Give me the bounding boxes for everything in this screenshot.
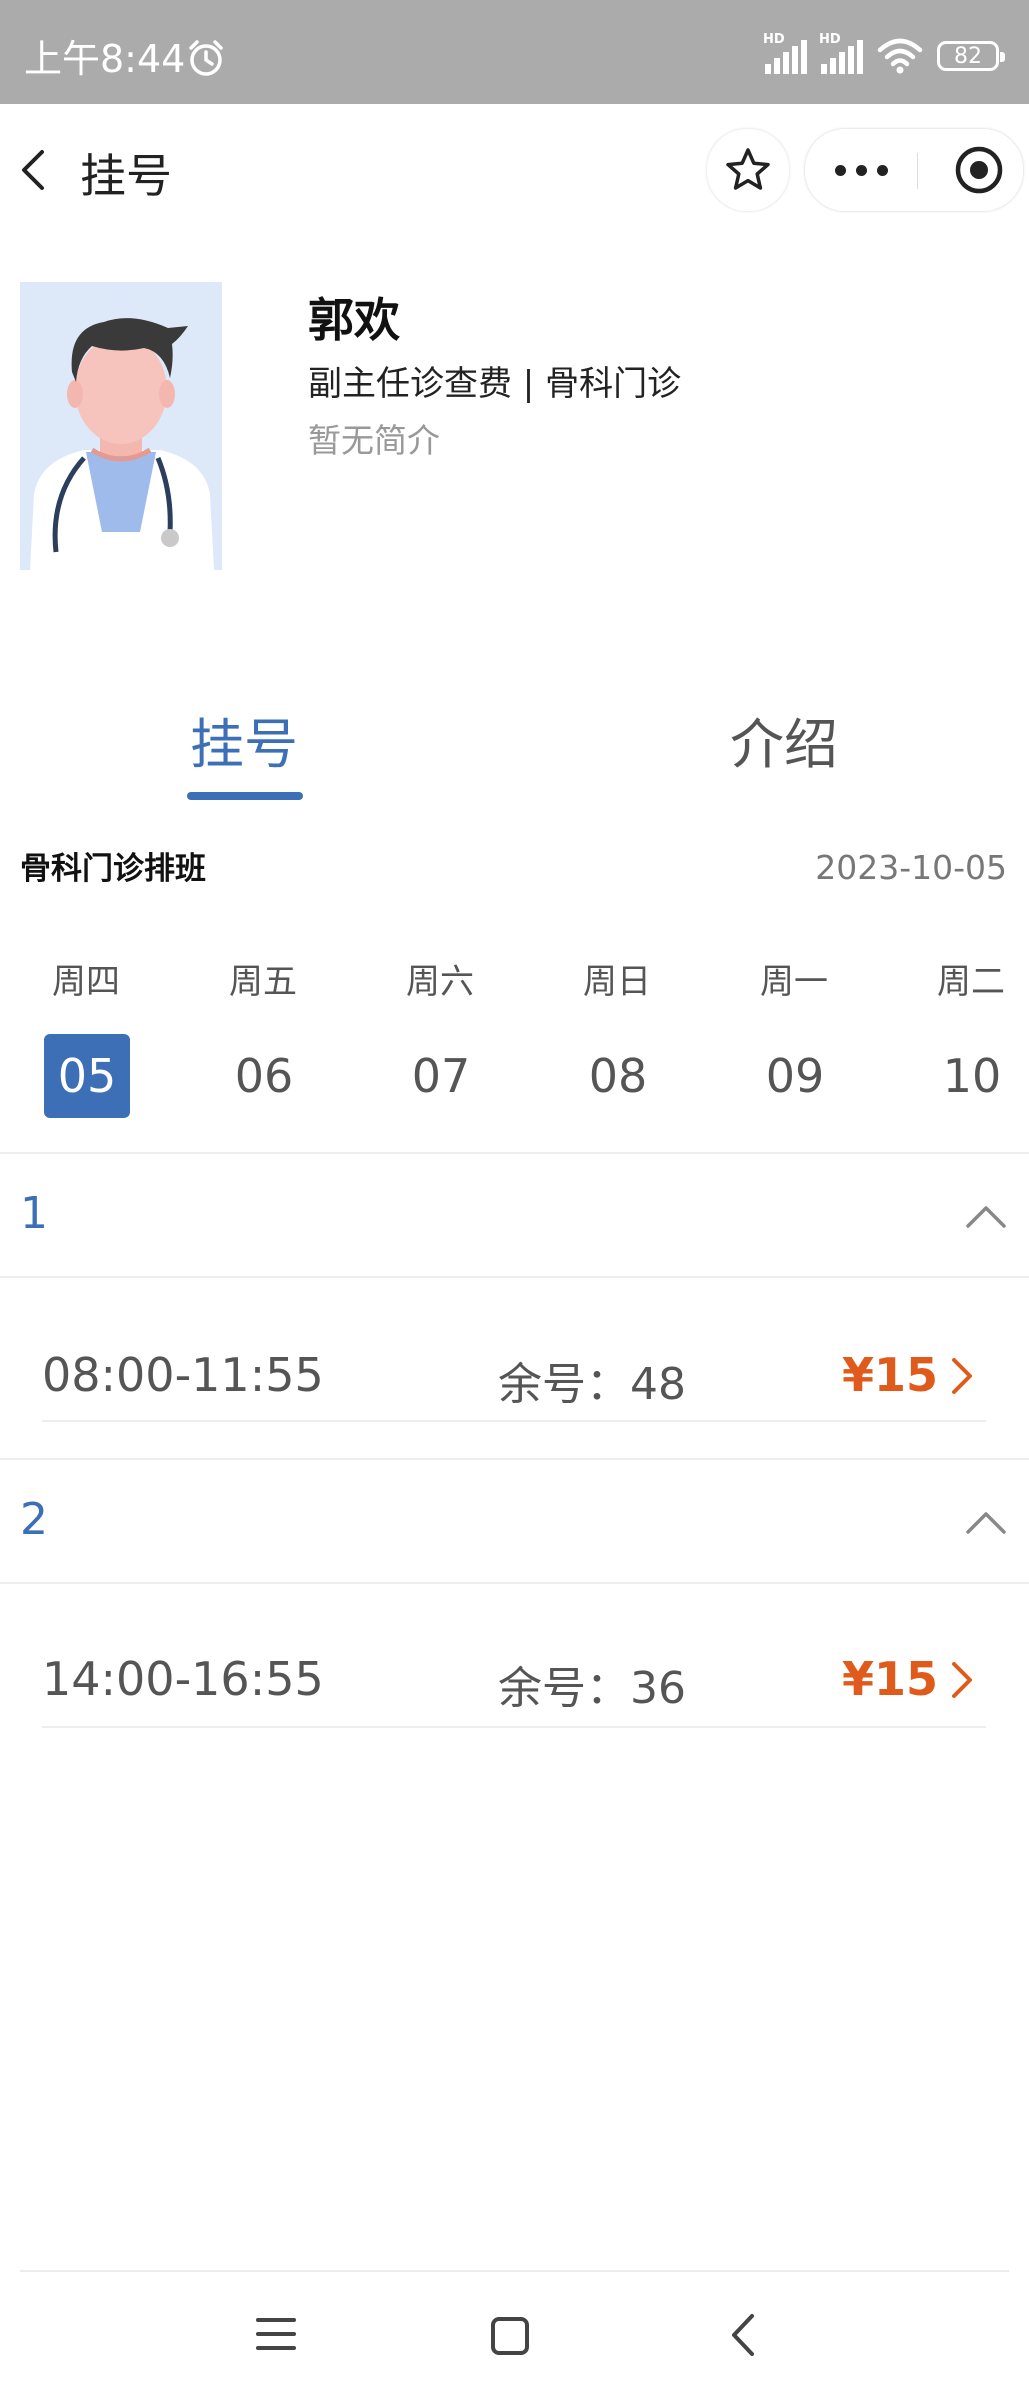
slot-time: 08:00-11:55: [42, 1348, 324, 1402]
divider: [0, 1276, 1029, 1278]
more-button[interactable]: [819, 129, 903, 211]
alarm-icon: [189, 40, 223, 76]
weekday-label: 周六: [406, 962, 474, 1002]
day-item[interactable]: 周日 08: [567, 954, 667, 1124]
favorite-button[interactable]: [706, 128, 790, 212]
divider: [0, 1458, 1029, 1460]
slot-price[interactable]: ¥15: [842, 1348, 938, 1402]
home-square-icon[interactable]: [490, 2316, 530, 2356]
day-item[interactable]: 周四 05: [36, 954, 136, 1124]
day-number: 06: [234, 1049, 294, 1103]
day-item[interactable]: 周五 06: [213, 954, 313, 1124]
session-number: 1: [20, 1188, 48, 1239]
session-number: 2: [20, 1494, 48, 1545]
more-dots-icon: [834, 164, 888, 176]
menu-icon[interactable]: [256, 2314, 296, 2354]
capsule-divider: [917, 153, 918, 189]
system-nav-divider: [20, 2270, 1009, 2272]
miniprogram-capsule: [804, 128, 1024, 212]
weekday-label: 周五: [229, 962, 297, 1002]
back-chevron-icon[interactable]: [728, 2312, 758, 2358]
doctor-name: 郭欢: [308, 293, 400, 347]
status-bar: 上午8:44 HD HD 82: [0, 0, 1029, 104]
tab-register[interactable]: 挂号: [190, 700, 298, 779]
signal-hd-label: HD: [819, 32, 841, 47]
weekday-label: 周二: [937, 962, 1005, 1002]
divider: [42, 1726, 986, 1728]
day-item[interactable]: 周一 09: [744, 954, 844, 1124]
chevron-up-icon[interactable]: [964, 1508, 1008, 1538]
doctor-avatar: [20, 282, 222, 570]
day-item[interactable]: 周六 07: [390, 954, 490, 1124]
chevron-right-icon[interactable]: [948, 1658, 976, 1702]
divider: [42, 1420, 986, 1422]
divider: [0, 1582, 1029, 1584]
chevron-up-icon[interactable]: [964, 1202, 1008, 1232]
tab-introduction[interactable]: 介绍: [730, 700, 838, 779]
slot-time: 14:00-16:55: [42, 1652, 324, 1706]
weekday-label: 周日: [583, 962, 651, 1002]
close-miniprogram-button[interactable]: [947, 129, 1011, 211]
weekday-label: 周四: [52, 962, 120, 1002]
divider: [0, 1152, 1029, 1154]
signal-icon: HD: [819, 32, 863, 74]
day-number: 07: [411, 1049, 471, 1103]
day-item[interactable]: 周二 10: [921, 954, 1021, 1124]
day-number: 10: [942, 1049, 1002, 1103]
battery-icon: 82: [937, 41, 1005, 71]
back-arrow-icon[interactable]: [10, 138, 60, 202]
target-close-icon: [955, 146, 1003, 194]
slot-remaining: 余号：36: [498, 1663, 686, 1714]
star-icon: [726, 148, 770, 190]
wifi-icon: [877, 38, 923, 74]
doctor-illustration: [20, 282, 222, 570]
day-number: 09: [765, 1049, 825, 1103]
active-tab-indicator: [187, 792, 303, 800]
slot-remaining: 余号：48: [498, 1359, 686, 1410]
page-title: 挂号: [80, 149, 172, 203]
schedule-date: 2023-10-05: [815, 848, 1007, 887]
chevron-right-icon[interactable]: [948, 1354, 976, 1398]
signal-icon: HD: [763, 32, 807, 74]
doctor-title: 副主任诊查费 | 骨科门诊: [308, 364, 682, 404]
slot-price[interactable]: ¥15: [842, 1652, 938, 1706]
day-number: 08: [588, 1049, 648, 1103]
status-icons: HD HD 82: [763, 32, 1005, 78]
weekday-label: 周一: [760, 962, 828, 1002]
schedule-title: 骨科门诊排班: [20, 851, 206, 887]
doctor-intro: 暂无简介: [308, 421, 440, 460]
nav-bar: 挂号: [0, 104, 1029, 234]
day-number: 05: [44, 1034, 130, 1118]
battery-level: 82: [954, 43, 982, 69]
status-time: 上午8:44: [24, 37, 186, 81]
signal-hd-label: HD: [763, 32, 785, 47]
